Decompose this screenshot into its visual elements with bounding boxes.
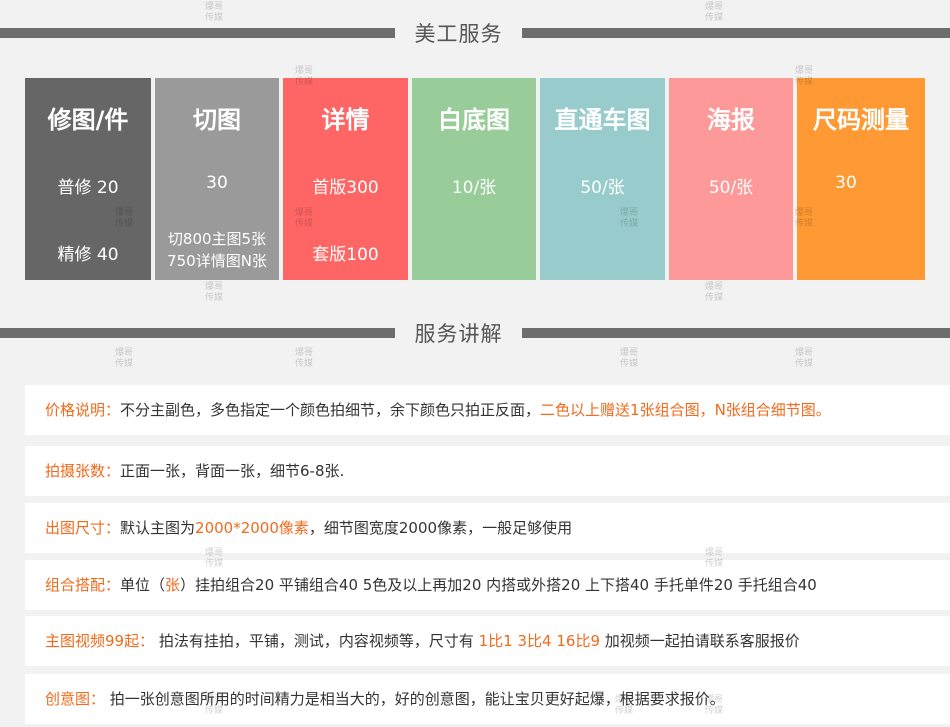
card-title: 海报 [707, 106, 755, 134]
card-title: 直通车图 [554, 106, 651, 134]
card-retouch[interactable]: 修图/件 普修 20 精修 40 [25, 78, 151, 280]
row-video: 主图视频99起： 拍法有挂拍，平铺，测试，内容视频等，尺寸有 1比1 3比4 1… [25, 616, 950, 666]
card-line1: 普修 20 [57, 178, 119, 198]
watermark-stamp: 爆哥 传媒 [705, 2, 724, 23]
card-line2b: 750详情图N张 [167, 252, 267, 270]
row-label: 组合搭配： [45, 576, 121, 594]
price-cards: 修图/件 普修 20 精修 40 切图 30 切800主图5张 750详情图N张… [25, 78, 925, 280]
card-ads[interactable]: 直通车图 50/张 [540, 78, 665, 280]
watermark-stamp: 爆哥 传媒 [795, 66, 814, 87]
card-line1: 50/张 [708, 178, 754, 198]
row-text: 不分主副色，多色指定一个颜色拍细节，余下颜色只拍正反面， [120, 401, 541, 419]
header-bar-right [522, 28, 950, 38]
watermark-stamp: 爆哥 传媒 [205, 282, 224, 303]
card-poster[interactable]: 海报 50/张 [669, 78, 793, 280]
row-label: 主图视频99起： [45, 632, 155, 650]
row-highlight: 张 [165, 576, 181, 594]
row-highlight: 二色以上赠送1张组合图，N张组合细节图。 [540, 401, 831, 419]
card-line2: 精修 40 [57, 245, 119, 265]
watermark-stamp: 爆哥 传媒 [205, 548, 224, 569]
card-line2: 套版100 [312, 245, 379, 265]
header-bar-left [0, 328, 395, 338]
row-text: ）挂拍组合20 平铺组合40 5色及以上再加20 内搭或外搭20 上下搭40 手… [180, 576, 817, 594]
header-bar-left [0, 28, 395, 38]
row-text: 正面一张，背面一张，细节6-8张. [120, 462, 345, 480]
row-highlight: 2000*2000像素 [195, 519, 309, 537]
row-text: 加视频一起拍请联系客服报价 [599, 632, 800, 650]
watermark-stamp: 爆哥 传媒 [795, 208, 814, 229]
card-line1: 30 [835, 173, 857, 193]
watermark-stamp: 爆哥 传媒 [705, 695, 724, 716]
watermark-stamp: 爆哥 传媒 [705, 548, 724, 569]
watermark-stamp: 爆哥 传媒 [295, 208, 314, 229]
row-combo: 组合搭配：单位（张）挂拍组合20 平铺组合40 5色及以上再加20 内搭或外搭2… [25, 560, 950, 610]
watermark-stamp: 爆哥 传媒 [795, 348, 814, 369]
row-price-note: 价格说明：不分主副色，多色指定一个颜色拍细节，余下颜色只拍正反面，二色以上赠送1… [25, 385, 950, 435]
section-header-explain: 服务讲解 [0, 312, 950, 352]
row-text: ，细节图宽度2000像素，一般足够使用 [308, 519, 573, 537]
watermark-stamp: 爆哥 传媒 [115, 348, 134, 369]
section-header-services: 美工服务 [0, 12, 950, 52]
row-pre: 默认主图为 [120, 519, 196, 537]
card-title: 切图 [193, 106, 241, 134]
watermark-stamp: 爆哥 传媒 [620, 348, 639, 369]
card-cutout[interactable]: 切图 30 切800主图5张 750详情图N张 [155, 78, 279, 280]
row-highlight: 1比1 3比4 16比9 [478, 632, 600, 650]
watermark-stamp: 爆哥 传媒 [615, 695, 634, 716]
row-pre: 单位（ [120, 576, 166, 594]
card-title: 尺码测量 [813, 106, 909, 134]
row-label: 创意图： [45, 690, 106, 708]
watermark-stamp: 爆哥 传媒 [205, 2, 224, 23]
row-creative: 创意图： 拍一张创意图所用的时间精力是相当大的，好的创意图，能让宝贝更好起爆，根… [25, 674, 950, 724]
card-title: 修图/件 [47, 106, 129, 134]
watermark-stamp: 爆哥 传媒 [295, 66, 314, 87]
section-title: 服务讲解 [414, 322, 503, 346]
header-bar-right [522, 328, 950, 338]
section-title: 美工服务 [414, 22, 503, 46]
card-line1: 10/张 [451, 178, 497, 198]
watermark-stamp: 爆哥 传媒 [295, 348, 314, 369]
card-line1: 首版300 [312, 178, 379, 198]
row-pre: 拍法有挂拍，平铺，测试，内容视频等，尺寸有 [154, 632, 479, 650]
row-label: 出图尺寸： [45, 519, 121, 537]
card-line2a: 切800主图5张 [167, 230, 267, 248]
card-line1: 50/张 [580, 178, 625, 198]
row-shot-count: 拍摄张数：正面一张，背面一张，细节6-8张. [25, 446, 950, 496]
watermark-stamp: 爆哥 传媒 [205, 695, 224, 716]
watermark-stamp: 爆哥 传媒 [705, 282, 724, 303]
row-label: 拍摄张数： [45, 462, 121, 480]
card-title: 白底图 [438, 106, 510, 134]
watermark-stamp: 爆哥 传媒 [620, 208, 639, 229]
card-white-bg[interactable]: 白底图 10/张 [412, 78, 536, 280]
card-detail[interactable]: 详情 首版300 套版100 [283, 78, 408, 280]
card-line1: 30 [206, 173, 228, 193]
watermark-stamp: 爆哥 传媒 [115, 208, 134, 229]
row-output-size: 出图尺寸：默认主图为2000*2000像素，细节图宽度2000像素，一般足够使用 [25, 503, 950, 553]
row-label: 价格说明： [45, 401, 121, 419]
card-measure[interactable]: 尺码测量 30 [797, 78, 925, 280]
card-line2: 切800主图5张 750详情图N张 [155, 228, 279, 272]
card-title: 详情 [321, 106, 370, 134]
